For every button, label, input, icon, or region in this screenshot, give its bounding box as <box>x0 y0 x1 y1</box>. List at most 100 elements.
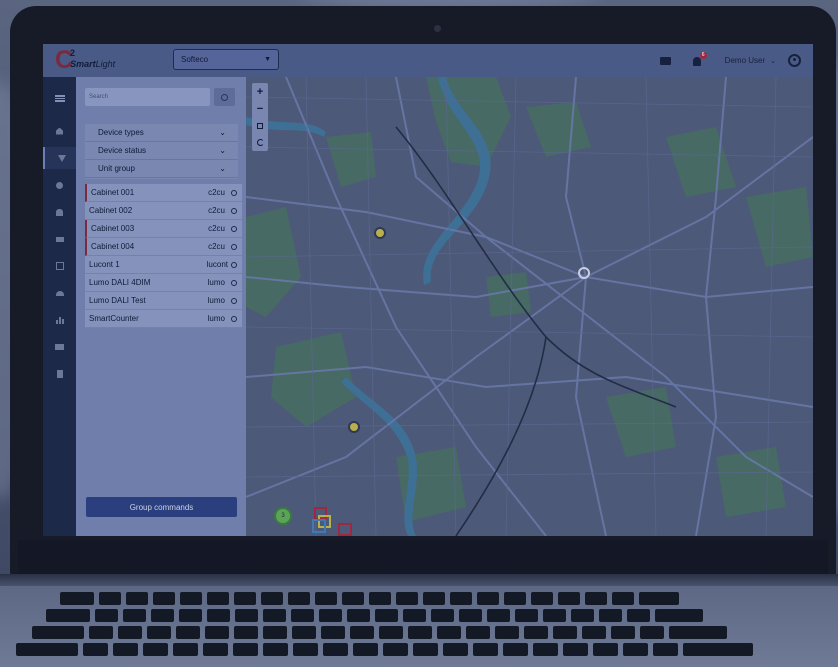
fullscreen-icon <box>257 122 263 129</box>
filter-unit-group[interactable]: Unit group ⌄ <box>85 160 238 178</box>
gear-icon[interactable] <box>231 315 237 322</box>
cabinet-marker[interactable] <box>312 519 326 533</box>
webcam <box>434 25 441 32</box>
device-name: Cabinet 003 <box>91 224 135 233</box>
gear-icon[interactable] <box>231 261 237 268</box>
filter-group: Device types ⌄ Device status ⌄ Unit group ⌄ <box>85 124 238 179</box>
list-item[interactable]: Lumo DALI 4DIM lumo <box>85 274 242 292</box>
device-type: c2cu <box>208 224 225 233</box>
chevron-down-icon: ⌄ <box>219 164 226 173</box>
device-type: lumo <box>207 314 225 323</box>
gear-icon[interactable] <box>231 225 237 232</box>
nav-folders[interactable] <box>43 336 76 358</box>
device-type: lumo <box>207 278 225 287</box>
keyboard-row <box>46 609 703 622</box>
bell-icon <box>692 56 701 66</box>
gear-icon[interactable] <box>231 243 237 250</box>
logo-text-light: Light <box>95 58 116 69</box>
cabinet-marker[interactable] <box>338 523 352 536</box>
device-marker[interactable] <box>348 421 360 433</box>
message-icon <box>55 236 64 242</box>
document-icon <box>56 370 63 378</box>
refresh-button[interactable] <box>252 134 268 151</box>
device-type: c2cu <box>208 242 225 251</box>
fullscreen-button[interactable] <box>252 117 268 134</box>
chevron-down-icon[interactable]: ⌄ <box>770 57 776 65</box>
nav-messages[interactable] <box>43 228 76 250</box>
list-item[interactable]: Cabinet 001 c2cu <box>85 184 242 202</box>
nav-dashboard[interactable] <box>43 174 76 196</box>
mail-icon[interactable] <box>659 56 671 65</box>
device-marker-selected[interactable] <box>578 267 590 279</box>
top-bar: C 2 SmartLight Softeco ▼ 6 Demo User ⌄ <box>43 44 813 77</box>
filter-label: Unit group <box>98 164 135 173</box>
bar-chart-icon <box>55 316 64 324</box>
list-item[interactable]: Lumo DALI Test lumo <box>85 292 242 310</box>
nav-users[interactable] <box>43 282 76 304</box>
filter-icon <box>57 154 66 162</box>
gear-icon[interactable] <box>231 297 237 304</box>
device-name: Lumo DALI 4DIM <box>89 278 151 287</box>
list-item[interactable]: Lucont 1 lucont <box>85 256 242 274</box>
keyboard-row <box>16 643 753 656</box>
filter-label: Device types <box>98 128 144 137</box>
nav-filter[interactable] <box>43 147 78 169</box>
caret-down-icon: ▼ <box>264 56 271 63</box>
notification-badge: 6 <box>699 51 707 59</box>
user-menu-name[interactable]: Demo User <box>725 56 765 65</box>
nav-reports[interactable] <box>43 255 76 277</box>
search-button[interactable] <box>214 88 235 106</box>
users-icon <box>55 290 64 296</box>
nav-alarms[interactable] <box>43 201 76 223</box>
zoom-in-button[interactable]: + <box>252 83 268 100</box>
alarm-icon <box>56 208 63 216</box>
gear-icon[interactable] <box>231 279 237 286</box>
chevron-down-icon: ⌄ <box>219 146 226 155</box>
home-icon <box>56 127 63 135</box>
list-item[interactable]: Cabinet 002 c2cu <box>85 202 242 220</box>
device-type: c2cu <box>208 188 225 197</box>
device-type: lucont <box>206 260 228 269</box>
refresh-icon <box>256 139 264 146</box>
notifications-button[interactable]: 6 <box>691 51 707 67</box>
cluster-marker[interactable]: 3 <box>274 507 292 525</box>
device-name: Lumo DALI Test <box>89 296 146 305</box>
device-type: lumo <box>207 296 225 305</box>
navigation-rail <box>43 77 78 536</box>
city-map[interactable]: + − 3 <box>246 77 813 536</box>
organization-select-value: Softeco <box>181 55 209 64</box>
organization-select[interactable]: Softeco ▼ <box>173 49 279 70</box>
logo-superscript: 2 <box>70 48 76 58</box>
logo-text-smart: Smart <box>70 58 96 69</box>
search-input[interactable]: Search <box>85 88 210 106</box>
device-panel: Search Device types ⌄ Device status ⌄ Unit… <box>76 77 246 536</box>
device-list: Cabinet 001 c2cu Cabinet 002 c2cu Cabinet … <box>85 184 242 328</box>
list-item[interactable]: Cabinet 004 c2cu <box>85 238 242 256</box>
search-icon <box>221 93 228 101</box>
nav-documents[interactable] <box>43 363 76 385</box>
filter-device-status[interactable]: Device status ⌄ <box>85 142 238 160</box>
keyboard-row <box>60 592 679 605</box>
gauge-icon <box>56 181 63 189</box>
gear-icon[interactable] <box>231 189 237 196</box>
list-item[interactable]: Cabinet 003 c2cu <box>85 220 242 238</box>
app-logo[interactable]: C 2 SmartLight <box>55 48 116 73</box>
filter-device-types[interactable]: Device types ⌄ <box>85 124 238 142</box>
filter-label: Device status <box>98 146 147 155</box>
nav-statistics[interactable] <box>43 309 76 331</box>
device-marker[interactable] <box>374 227 386 239</box>
chevron-down-icon: ⌄ <box>219 128 226 137</box>
menu-toggle[interactable] <box>43 87 76 109</box>
device-name: Cabinet 004 <box>91 242 135 251</box>
keyboard-row <box>32 626 727 639</box>
user-avatar-icon[interactable] <box>788 54 801 67</box>
map-controls: + − <box>252 83 268 151</box>
zoom-out-button[interactable]: − <box>252 100 268 117</box>
photo-scene: C 2 SmartLight Softeco ▼ 6 Demo User ⌄ S… <box>0 0 838 667</box>
list-item[interactable]: SmartCounter lumo <box>85 310 242 328</box>
device-name: SmartCounter <box>89 314 139 323</box>
group-commands-button[interactable]: Group commands <box>86 497 237 517</box>
map-tiles <box>246 77 813 536</box>
nav-home[interactable] <box>43 120 76 142</box>
gear-icon[interactable] <box>231 207 237 214</box>
